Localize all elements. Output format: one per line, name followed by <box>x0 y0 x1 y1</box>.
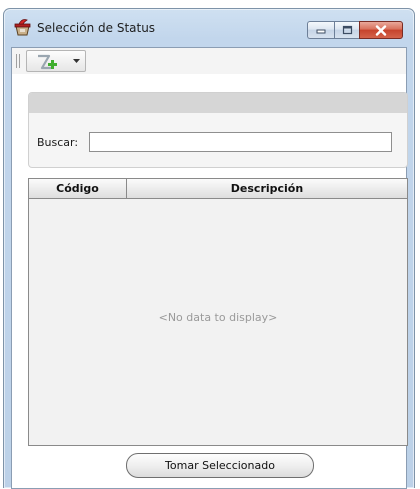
grid-header: Código Descripción <box>29 179 407 199</box>
add-filter-dropdown[interactable] <box>26 50 86 72</box>
client-area: Buscar: Código Descripción <No data to d… <box>11 47 408 489</box>
window-title: Selección de Status <box>37 21 156 35</box>
maximize-button[interactable] <box>334 21 359 39</box>
maximize-icon <box>342 25 352 35</box>
search-panel: Buscar: <box>28 92 408 168</box>
grid-empty-message: <No data to display> <box>158 311 278 324</box>
add-filter-icon <box>38 54 57 70</box>
search-label: Buscar: <box>37 136 79 149</box>
window-caption-buttons <box>307 21 403 39</box>
close-button[interactable] <box>359 21 403 39</box>
close-icon <box>375 24 387 36</box>
column-header-codigo[interactable]: Código <box>29 179 127 198</box>
chevron-down-icon <box>73 59 80 63</box>
app-cup-icon <box>14 19 31 36</box>
status-grid[interactable]: Código Descripción <No data to display> <box>28 178 408 446</box>
status-selection-window: Selección de Status Buscar: Código Descr… <box>3 8 415 489</box>
search-panel-header <box>29 93 407 113</box>
search-input[interactable] <box>89 132 392 152</box>
minimize-icon <box>316 29 326 34</box>
toolbar <box>12 48 406 74</box>
toolbar-grip[interactable] <box>16 54 20 68</box>
take-selected-button[interactable]: Tomar Seleccionado <box>126 453 314 478</box>
minimize-button[interactable] <box>307 21 334 39</box>
column-header-descripcion[interactable]: Descripción <box>127 179 407 198</box>
